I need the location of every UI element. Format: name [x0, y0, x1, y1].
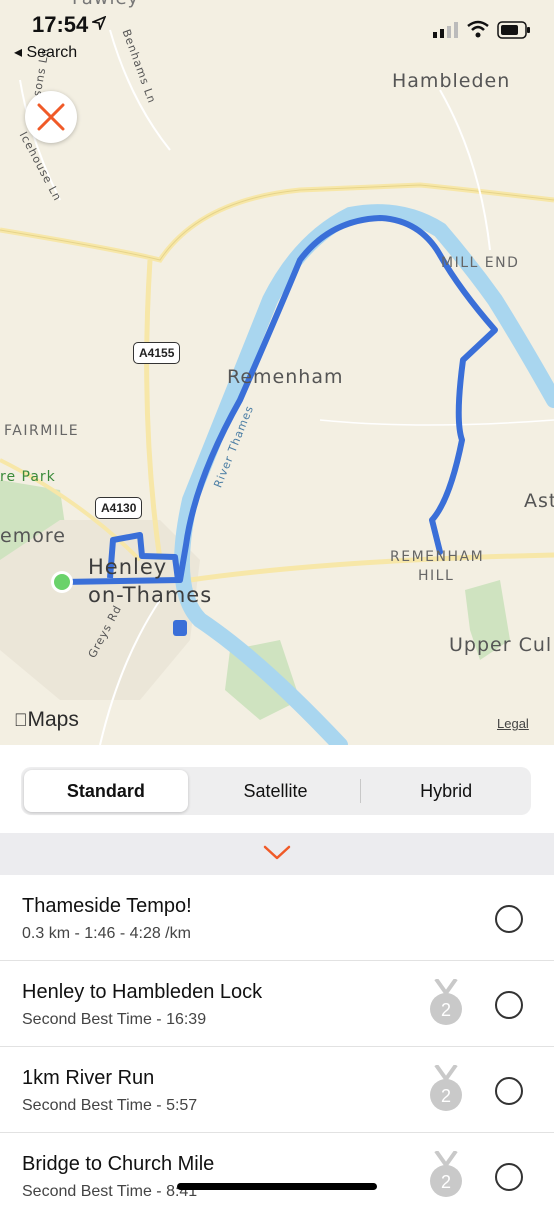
map-label-fairmile: FAIRMILE: [4, 423, 80, 439]
segment-divider: [360, 779, 362, 803]
segment-subtitle: Second Best Time - 16:39: [22, 1011, 207, 1028]
map-label-henley: Henley: [88, 555, 168, 579]
svg-text:2: 2: [441, 1172, 451, 1192]
silver-medal-icon: 2: [428, 1063, 464, 1113]
map-view[interactable]: Hambleden MILL END Remenham FAIRMILE re …: [0, 0, 554, 745]
chevron-down-icon: [263, 845, 291, 860]
map-label-remenham-hill-2: HILL: [418, 568, 455, 584]
map-label-remenham: Remenham: [227, 366, 344, 388]
list-item[interactable]: Henley to Hambleden Lock Second Best Tim…: [0, 961, 554, 1047]
segment-title: Henley to Hambleden Lock: [22, 981, 263, 1003]
status-bar: 17:54 ◂ Search: [0, 8, 554, 64]
road-shield-a4130: A4130: [95, 497, 143, 519]
map-type-panel: Standard Satellite Hybrid: [0, 745, 554, 833]
list-item[interactable]: 1km River Run Second Best Time - 5:57 2: [0, 1047, 554, 1133]
wifi-icon: [466, 20, 490, 43]
road-shield-a4155: A4155: [133, 342, 181, 364]
location-arrow-icon: [90, 15, 107, 35]
map-label-park: re Park: [0, 469, 56, 485]
map-label-on-thames: on-Thames: [88, 583, 213, 607]
list-item[interactable]: Thameside Tempo! 0.3 km - 1:46 - 4:28 /k…: [0, 875, 554, 961]
legal-link[interactable]: Legal: [497, 716, 529, 731]
back-to-search-link[interactable]: ◂ Search: [14, 42, 77, 62]
apple-icon: : [14, 710, 28, 730]
silver-medal-icon: 2: [428, 977, 464, 1027]
map-type-segmented-control: Standard Satellite Hybrid: [21, 767, 531, 815]
segment-title: Bridge to Church Mile: [22, 1153, 215, 1175]
segment-subtitle: Second Best Time - 8:41: [22, 1183, 198, 1200]
segment-select-radio[interactable]: [495, 1077, 523, 1105]
status-time: 17:54: [32, 12, 89, 37]
map-label-emore: emore: [0, 525, 66, 547]
map-label-hambleden: Hambleden: [392, 70, 511, 92]
map-label-upper-cul: Upper Cul: [449, 634, 553, 656]
segment-select-radio[interactable]: [495, 1163, 523, 1191]
map-label-mill-end: MILL END: [441, 255, 520, 271]
close-icon: [37, 103, 65, 131]
list-item[interactable]: Bridge to Church Mile Second Best Time -…: [0, 1133, 554, 1218]
map-type-satellite[interactable]: Satellite: [194, 770, 358, 812]
battery-icon: [497, 21, 531, 44]
home-indicator[interactable]: [177, 1183, 377, 1190]
map-label-remenham-hill-1: REMENHAM: [390, 549, 485, 565]
svg-text:2: 2: [441, 1000, 451, 1020]
segment-list: Thameside Tempo! 0.3 km - 1:46 - 4:28 /k…: [0, 875, 554, 1218]
signal-icon: [433, 22, 459, 43]
segment-select-radio[interactable]: [495, 991, 523, 1019]
map-label-ast: Ast: [524, 490, 554, 512]
apple-maps-logo: Maps: [14, 708, 79, 731]
segment-title: Thameside Tempo!: [22, 895, 192, 917]
svg-text:2: 2: [441, 1086, 451, 1106]
segment-title: 1km River Run: [22, 1067, 155, 1089]
segment-select-radio[interactable]: [495, 905, 523, 933]
close-map-button[interactable]: [25, 91, 77, 143]
collapse-handle[interactable]: [0, 833, 554, 875]
segment-subtitle: Second Best Time - 5:57: [22, 1097, 198, 1114]
segment-subtitle: 0.3 km - 1:46 - 4:28 /km: [22, 925, 191, 942]
silver-medal-icon: 2: [428, 1149, 464, 1199]
map-type-standard[interactable]: Standard: [24, 770, 188, 812]
map-type-hybrid[interactable]: Hybrid: [364, 770, 528, 812]
